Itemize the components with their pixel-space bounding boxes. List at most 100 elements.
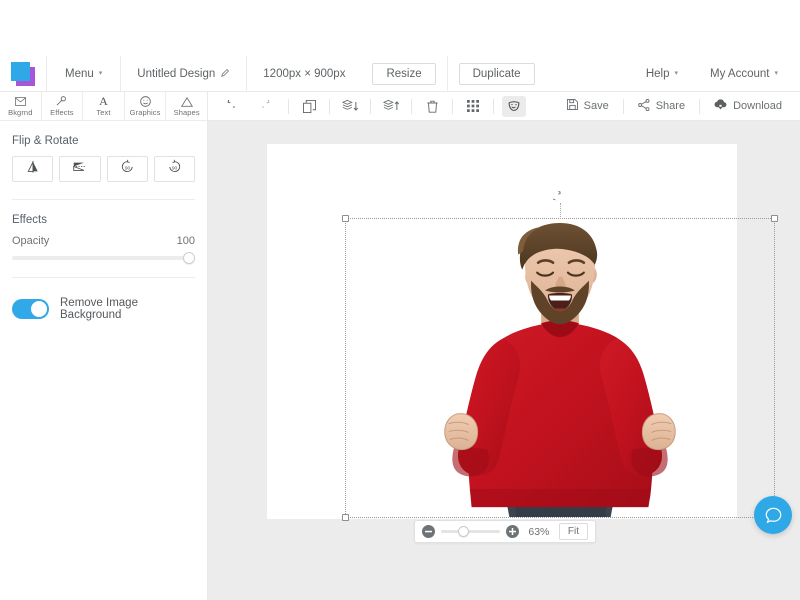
- sidebar-item-label: Bkgrnd: [8, 108, 32, 117]
- sidebar-item-shapes[interactable]: Shapes: [166, 92, 207, 120]
- canvas-dimensions-label: 1200px × 900px: [263, 68, 345, 80]
- floppy-disk-icon: [567, 99, 578, 113]
- download-button[interactable]: Download: [700, 92, 800, 121]
- chevron-down-icon: ▾: [675, 69, 679, 77]
- opacity-label: Opacity: [12, 235, 49, 247]
- download-label: Download: [733, 100, 782, 112]
- pencil-icon[interactable]: [221, 68, 230, 80]
- remove-background-tool-button[interactable]: [502, 96, 526, 117]
- remove-background-label: Remove Image Background: [60, 297, 195, 321]
- flip-vertical-icon: [26, 160, 40, 179]
- opacity-value: 100: [177, 235, 195, 247]
- chat-bubble-icon: [764, 506, 783, 525]
- opacity-row: Opacity 100: [12, 235, 195, 247]
- cloud-download-icon: [714, 99, 727, 113]
- resize-handle-top-right[interactable]: [771, 215, 778, 222]
- sidebar-item-label: Graphics: [130, 108, 161, 117]
- sidebar-item-label: Effects: [50, 108, 74, 117]
- rotate-ccw-90-icon: 90: [120, 159, 135, 179]
- zoom-value: 63%: [525, 526, 553, 538]
- canvas-dimensions: 1200px × 900px: [247, 56, 361, 92]
- save-label: Save: [584, 100, 609, 112]
- editor-toolbar: Save Share Download: [208, 92, 800, 121]
- help-menu[interactable]: Help ▾: [630, 56, 694, 92]
- opacity-slider-handle[interactable]: [183, 252, 195, 264]
- top-bar: Menu ▾ Untitled Design 1200px × 900px Re…: [0, 56, 800, 92]
- zoom-slider[interactable]: [441, 530, 500, 533]
- image-editor-app: Menu ▾ Untitled Design 1200px × 900px Re…: [0, 0, 800, 600]
- sidebar-item-bkgrnd[interactable]: Bkgrnd: [0, 92, 42, 120]
- selected-image-frame[interactable]: [345, 218, 775, 518]
- sidebar-panel: Flip & Rotate: [0, 121, 207, 321]
- zoom-fit-button[interactable]: Fit: [559, 523, 588, 540]
- redo-button[interactable]: [248, 92, 288, 121]
- undo-button[interactable]: [208, 92, 248, 121]
- left-sidebar: Bkgrnd Effects A Text: [0, 92, 208, 600]
- rotate-handle-icon[interactable]: [553, 191, 567, 205]
- share-label: Share: [656, 100, 685, 112]
- send-backward-button[interactable]: [330, 92, 370, 121]
- stacked-squares-logo-front-icon: [11, 62, 30, 81]
- flip-vertical-button[interactable]: [12, 156, 53, 182]
- rotate-right-90-button[interactable]: 90: [154, 156, 195, 182]
- selected-image[interactable]: [346, 219, 774, 517]
- design-canvas[interactable]: [267, 144, 737, 519]
- effects-heading: Effects: [12, 200, 195, 235]
- sidebar-item-effects[interactable]: Effects: [42, 92, 84, 120]
- sidebar-item-label: Shapes: [174, 108, 200, 117]
- divider: [493, 99, 494, 114]
- sidebar-tabs: Bkgrnd Effects A Text: [0, 92, 207, 121]
- crop-grid-button[interactable]: [453, 92, 493, 121]
- duplicate-button[interactable]: Duplicate: [459, 63, 535, 85]
- my-account-menu[interactable]: My Account ▾: [694, 56, 800, 92]
- rotate-cw-90-icon: 90: [167, 159, 182, 179]
- svg-text:90: 90: [172, 166, 178, 172]
- rotate-left-90-button[interactable]: 90: [107, 156, 148, 182]
- minus-circle-icon[interactable]: [422, 525, 435, 538]
- duplicate-label: Duplicate: [473, 68, 521, 80]
- resize-handle-bottom-left[interactable]: [342, 514, 349, 521]
- opacity-slider[interactable]: [12, 256, 195, 260]
- flip-horizontal-icon: [72, 160, 87, 178]
- chevron-down-icon: ▾: [774, 69, 778, 77]
- sidebar-item-label: Text: [96, 108, 110, 117]
- zoom-controls: 63% Fit: [414, 520, 596, 543]
- flip-rotate-heading: Flip & Rotate: [12, 121, 195, 156]
- image-icon: [15, 96, 26, 107]
- resize-button-wrap: Resize: [361, 56, 446, 92]
- remove-background-toggle[interactable]: [12, 299, 49, 319]
- remove-background-row: Remove Image Background: [12, 278, 195, 321]
- share-nodes-icon: [638, 99, 650, 114]
- design-title-label: Untitled Design: [137, 68, 215, 80]
- flip-rotate-buttons: 90 90: [12, 156, 195, 182]
- letter-a-icon: A: [99, 96, 108, 107]
- save-button[interactable]: Save: [553, 92, 623, 121]
- menu-label: Menu: [65, 68, 94, 80]
- share-button[interactable]: Share: [624, 92, 699, 121]
- design-title[interactable]: Untitled Design: [121, 56, 246, 92]
- toggle-knob: [31, 301, 47, 317]
- menu-button[interactable]: Menu ▾: [47, 56, 120, 92]
- app-logo[interactable]: [0, 62, 46, 86]
- help-chat-bubble[interactable]: [754, 496, 792, 534]
- my-account-label: My Account: [710, 68, 769, 80]
- triangle-icon: [181, 96, 193, 107]
- zoom-slider-handle[interactable]: [458, 526, 469, 537]
- smiley-icon: [140, 96, 151, 107]
- resize-label: Resize: [386, 68, 421, 80]
- resize-handle-top-left[interactable]: [342, 215, 349, 222]
- resize-button[interactable]: Resize: [372, 63, 435, 85]
- duplicate-button-wrap: Duplicate: [448, 56, 546, 92]
- magic-wand-icon: [56, 96, 67, 107]
- flip-horizontal-button[interactable]: [59, 156, 100, 182]
- plus-circle-icon[interactable]: [506, 525, 519, 538]
- rotate-handle-stem: [560, 203, 561, 219]
- sidebar-item-text[interactable]: A Text: [83, 92, 125, 120]
- delete-button[interactable]: [412, 92, 452, 121]
- bring-forward-button[interactable]: [371, 92, 411, 121]
- help-label: Help: [646, 68, 670, 80]
- sidebar-item-graphics[interactable]: Graphics: [125, 92, 167, 120]
- chevron-down-icon: ▾: [99, 69, 103, 77]
- svg-text:90: 90: [124, 166, 130, 172]
- duplicate-layer-button[interactable]: [289, 92, 329, 121]
